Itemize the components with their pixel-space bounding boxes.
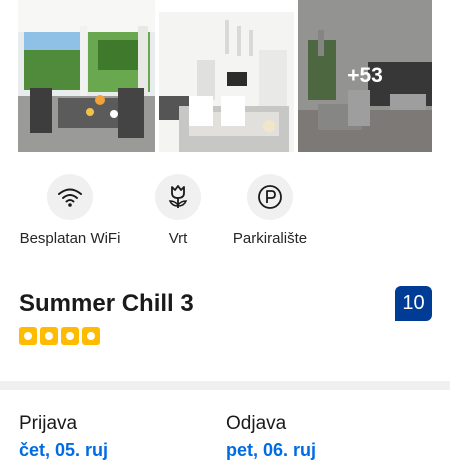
wifi-icon-circle <box>47 174 93 220</box>
gallery-photo-dining[interactable] <box>159 0 294 152</box>
checkin-label: Prijava <box>19 413 78 434</box>
amenity-garden: Vrt <box>150 174 206 247</box>
parking-icon-circle <box>247 174 293 220</box>
star-icon <box>61 327 79 345</box>
flower-icon-circle <box>155 174 201 220</box>
star-icon <box>82 327 100 345</box>
property-name: Summer Chill 3 <box>19 290 194 317</box>
checkout-date[interactable]: pet, 06. ruj <box>226 440 316 461</box>
amenity-label: Besplatan WiFi <box>19 230 121 247</box>
more-photos-count: +53 <box>347 64 383 87</box>
parking-icon <box>258 185 282 209</box>
amenity-label: Parkiralište <box>232 230 308 247</box>
review-score-badge[interactable]: 10 <box>395 286 432 321</box>
checkin-date[interactable]: čet, 05. ruj <box>19 440 108 461</box>
star-rating <box>19 327 100 345</box>
amenity-wifi: Besplatan WiFi <box>14 174 126 247</box>
more-photos-overlay[interactable]: +53 <box>298 0 432 152</box>
amenity-label: Vrt <box>168 230 188 247</box>
gallery-photo-terrace[interactable] <box>18 0 155 152</box>
wifi-icon <box>58 188 82 207</box>
amenity-parking: Parkiralište <box>226 174 314 247</box>
section-divider <box>0 381 450 390</box>
star-icon <box>19 327 37 345</box>
photo-gallery: +53 <box>0 0 450 152</box>
flower-icon <box>168 185 188 208</box>
checkout-label: Odjava <box>226 413 287 434</box>
star-icon <box>40 327 58 345</box>
gallery-photo-living-room[interactable]: +53 <box>298 0 432 152</box>
